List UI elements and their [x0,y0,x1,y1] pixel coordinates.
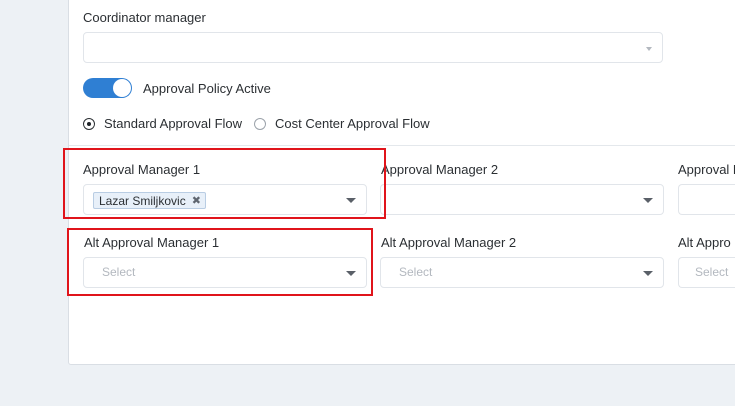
caret-down-icon [643,270,653,276]
alt-approval-manager-2-select[interactable]: Select [380,257,664,288]
caret-down-icon [646,46,652,51]
standard-flow-radio[interactable] [83,118,95,130]
alt-approval-manager-3-select[interactable]: Select [678,257,735,288]
highlight-approval-manager-1 [63,148,386,219]
highlight-alt-approval-manager-1 [67,228,373,296]
approval-manager-3-label: Approval M [678,162,735,177]
alt-approval-manager-2-label: Alt Approval Manager 2 [381,235,517,250]
approval-manager-3-select[interactable] [678,184,735,215]
coordinator-manager-label: Coordinator manager [83,10,206,25]
caret-down-icon [643,197,653,203]
toggle-knob [113,79,131,97]
divider [69,145,735,146]
select-placeholder: Select [399,265,433,279]
standard-flow-label: Standard Approval Flow [104,116,243,131]
cost-center-flow-label: Cost Center Approval Flow [275,116,430,131]
select-placeholder: Select [695,265,729,279]
approval-manager-2-select[interactable] [380,184,664,215]
cost-center-flow-radio[interactable] [254,118,266,130]
approval-policy-label: Approval Policy Active [143,81,271,96]
approval-manager-2-label: Approval Manager 2 [381,162,499,177]
alt-approval-manager-3-label: Alt Appro [678,235,731,250]
approval-policy-toggle[interactable] [83,78,132,98]
coordinator-manager-select[interactable] [83,32,663,63]
